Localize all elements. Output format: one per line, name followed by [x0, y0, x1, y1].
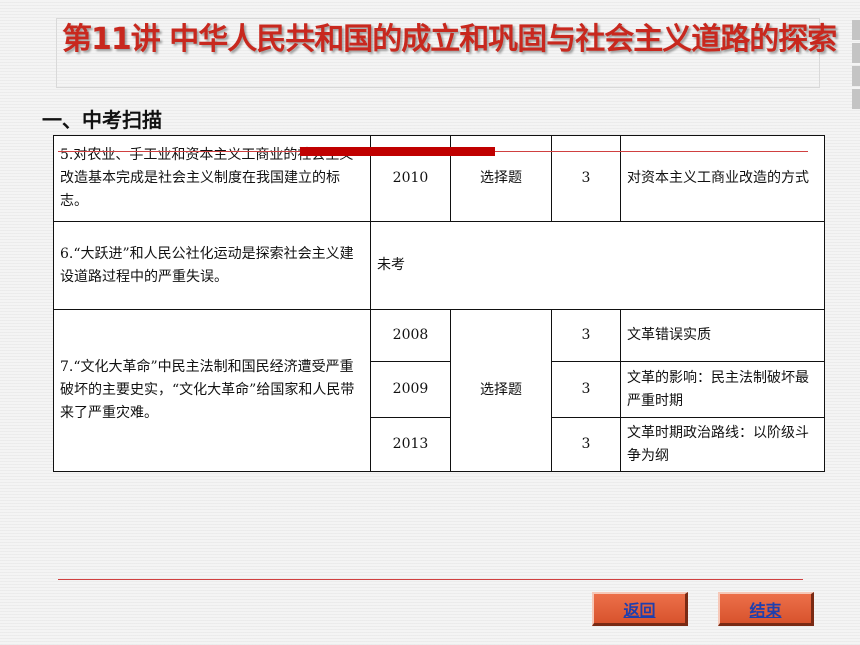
year-cell: 2009	[370, 361, 451, 418]
back-button[interactable]: 返回	[592, 592, 688, 626]
right-edge-bar	[852, 20, 860, 40]
section-heading: 一、中考扫描	[42, 108, 162, 132]
knowledge-point-cell: 6.“大跃进”和人民公社化运动是探索社会主义建设道路过程中的严重失误。	[53, 221, 371, 310]
status-cell: 未考	[370, 221, 825, 310]
right-edge-bar	[852, 89, 860, 109]
right-edge-bar	[852, 66, 860, 86]
page-title: 第11讲 中华人民共和国的成立和巩固与社会主义道路的探索	[62, 22, 837, 57]
red-highlight-bar	[300, 147, 495, 156]
exam-focus-cell: 文革的影响：民主法制破坏最严重时期	[620, 361, 825, 418]
right-edge-bar	[852, 43, 860, 63]
year-cell: 2013	[370, 417, 451, 472]
end-button[interactable]: 结束	[718, 592, 814, 626]
score-cell: 3	[551, 417, 621, 472]
score-cell: 3	[551, 309, 621, 362]
exam-focus-cell: 文革错误实质	[620, 309, 825, 362]
question-type-cell: 选择题	[450, 309, 552, 472]
exam-focus-cell: 对资本主义工商业改造的方式	[620, 135, 825, 222]
table-row: 6.“大跃进”和人民公社化运动是探索社会主义建设道路过程中的严重失误。 未考	[53, 221, 825, 310]
knowledge-point-cell: 7.“文化大革命”中民主法制和国民经济遭受严重破坏的主要史实，“文化大革命”给国…	[53, 309, 371, 472]
table-row: 7.“文化大革命”中民主法制和国民经济遭受严重破坏的主要史实，“文化大革命”给国…	[53, 309, 825, 472]
exam-focus-cell: 文革时期政治路线：以阶级斗争为纲	[620, 417, 825, 472]
score-cell: 3	[551, 361, 621, 418]
year-cell: 2008	[370, 309, 451, 362]
exam-scan-table: 5.对农业、手工业和资本主义工商业的社会主义改造基本完成是社会主义制度在我国建立…	[53, 135, 825, 472]
red-divider-bottom	[58, 579, 803, 580]
score-cell: 3	[551, 135, 621, 222]
